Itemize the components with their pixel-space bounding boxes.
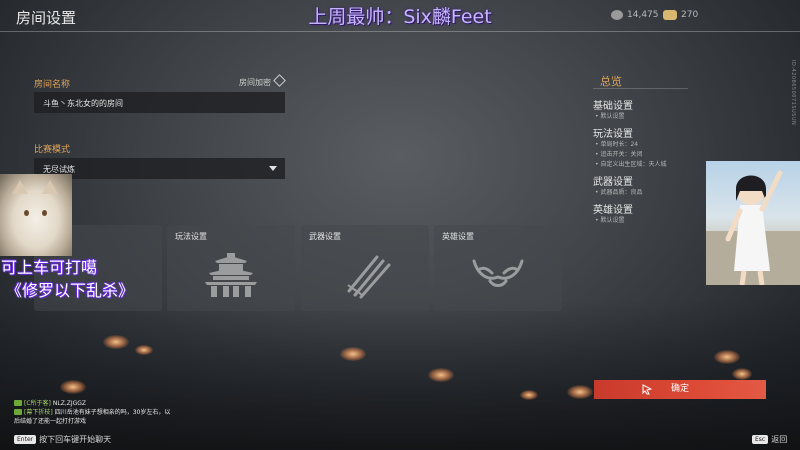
lantern-light: [135, 345, 153, 355]
cursor-icon: [642, 384, 652, 395]
lantern-light: [428, 368, 454, 382]
room-name-label: 房间名称: [34, 80, 71, 90]
summary-item: • 追击开关：关闭: [595, 151, 643, 158]
cat-ear: [12, 180, 28, 194]
back-label: 返回: [771, 435, 788, 444]
back-button[interactable]: Esc 返回: [752, 434, 787, 445]
card-hero-settings[interactable]: 英雄设置: [434, 225, 562, 311]
card-label: 武器设置: [309, 232, 341, 241]
confirm-button[interactable]: 确定: [594, 380, 766, 399]
fan-badge-icon: [14, 409, 22, 415]
chevron-down-icon: [269, 166, 277, 171]
summary-item: • 默认设置: [595, 217, 625, 224]
room-lock-label: 房间加密: [239, 78, 271, 87]
cat-eye: [42, 210, 47, 216]
coin-counter: 14,475: [611, 10, 659, 20]
mode-select-value: 无尽试炼: [43, 165, 75, 174]
gold-counter: 270: [663, 10, 698, 20]
stream-caption-line1: 可上车可打噶: [1, 258, 98, 277]
hero-mask-icon: [472, 259, 524, 287]
confirm-label: 确定: [670, 384, 689, 394]
anime-girl-image: [706, 170, 800, 285]
chat-log: [C所于客] NLZ,ZJGGZ [幕下折枝] 四川岳池有妹子想相亲的吗，30岁…: [14, 399, 214, 426]
top-bar: 房间设置 上周最帅：Six麟Feet 14,475 270: [0, 0, 800, 32]
cat-eye: [24, 210, 29, 216]
cat-ear: [42, 180, 58, 194]
card-label: 玩法设置: [175, 232, 207, 241]
water-background: [0, 300, 800, 450]
chat-message: [幕下折枝] 四川岳池有妹子想相亲的吗，30岁左右，以: [14, 408, 214, 417]
gold-amount: 270: [681, 10, 699, 20]
room-lock-checkbox[interactable]: [273, 74, 286, 87]
lantern-light: [103, 335, 129, 349]
chat-username: [幕下折枝]: [24, 409, 53, 416]
lantern-light: [340, 347, 366, 361]
summary-heading-base: 基础设置: [593, 101, 633, 112]
chat-text: 四川岳池有妹子想相亲的吗，30岁左右，以: [54, 409, 171, 416]
header-divider: [0, 31, 800, 32]
summary-heading-weapon: 武器设置: [593, 177, 633, 188]
summary-heading-gameplay: 玩法设置: [593, 129, 633, 140]
enter-hint-text: 按下回车键开始聊天: [39, 435, 112, 444]
card-gameplay-settings[interactable]: 玩法设置: [167, 225, 295, 311]
cat-photo-overlay: [0, 174, 72, 256]
chat-text-continuation: 后结婚了还能一起打打游戏: [14, 418, 87, 425]
summary-heading-hero: 英雄设置: [593, 205, 633, 216]
lantern-light: [567, 385, 593, 399]
temple-icon: [205, 253, 257, 297]
swords-icon: [347, 255, 391, 299]
chat-text: NLZ,ZJGGZ: [52, 400, 87, 407]
summary-divider: [593, 88, 688, 89]
lantern-light: [732, 368, 752, 380]
card-label: 英雄设置: [442, 232, 474, 241]
summary-item: • 武器品质：良品: [595, 189, 643, 196]
mode-label: 比赛模式: [34, 145, 71, 155]
room-id-text: ID:4208650071SUSUN: [790, 60, 796, 126]
room-name-input[interactable]: 斗鱼丶东北女的的房间: [34, 92, 285, 113]
summary-item: • 自定义出生区域：天人城: [595, 161, 667, 168]
anime-character-overlay: [706, 161, 800, 285]
summary-item: • 单局时长：24: [595, 141, 639, 148]
lantern-light: [520, 390, 538, 400]
coins-icon: [611, 10, 623, 20]
summary-title: 总览: [600, 75, 622, 88]
summary-item: • 默认设置: [595, 113, 625, 120]
lantern-light: [60, 380, 86, 394]
gold-bar-icon: [663, 10, 677, 20]
chat-username: [C所于客]: [24, 400, 51, 407]
chat-enter-hint[interactable]: Enter 按下回车键开始聊天: [14, 434, 111, 445]
chat-message: [C所于客] NLZ,ZJGGZ: [14, 399, 214, 408]
enter-key: Enter: [14, 435, 37, 444]
stream-caption-line2: 《修罗以下乱杀》: [6, 281, 135, 300]
fan-badge-icon: [14, 400, 22, 406]
esc-key: Esc: [752, 435, 769, 444]
summary-panel: 基础设置 • 默认设置 玩法设置 • 单局时长：24 • 追击开关：关闭 • 自…: [593, 94, 703, 226]
coin-amount: 14,475: [627, 10, 659, 20]
card-weapon-settings[interactable]: 武器设置: [301, 225, 429, 311]
lantern-light: [714, 350, 740, 364]
